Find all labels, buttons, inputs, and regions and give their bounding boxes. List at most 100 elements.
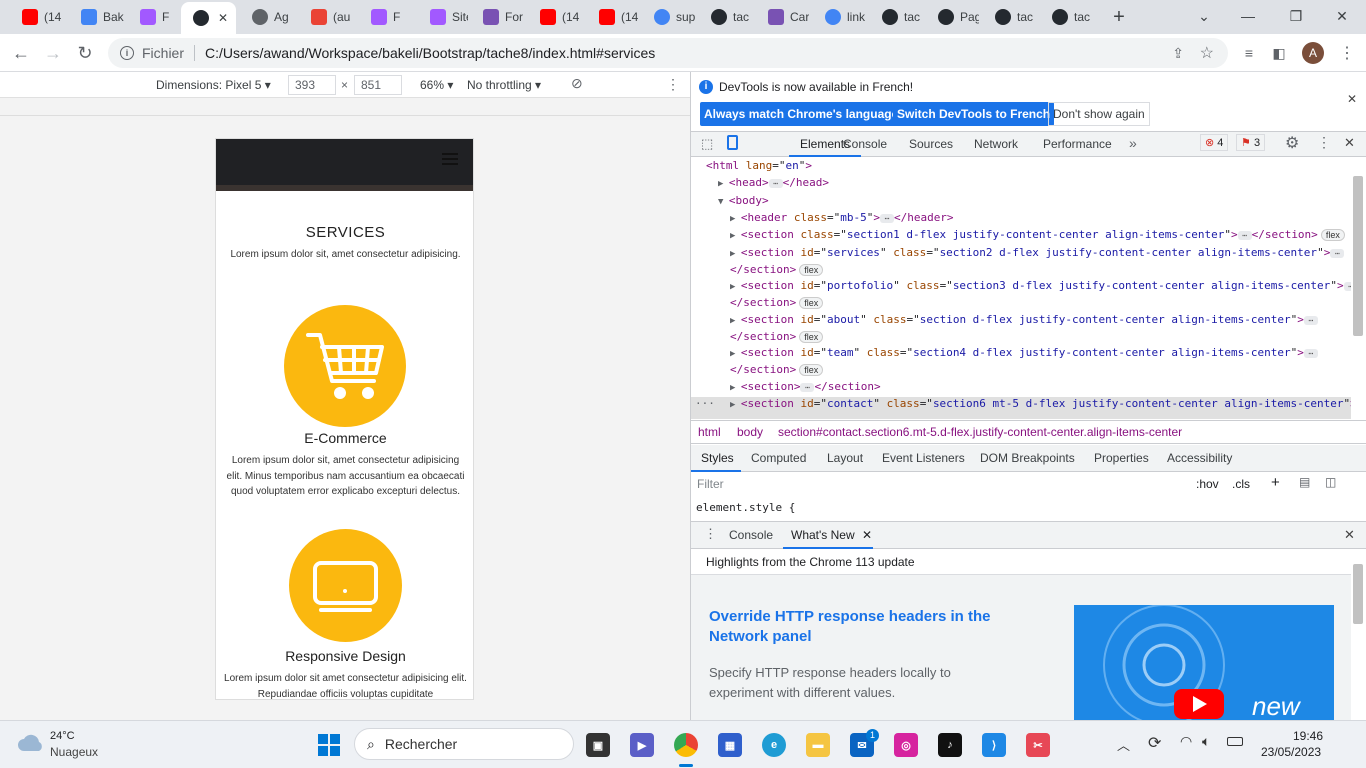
drawer-tab-console[interactable]: Console: [729, 528, 773, 542]
expand-arrow-icon[interactable]: ▶: [730, 249, 741, 259]
more-tabs-icon[interactable]: »: [1129, 135, 1137, 151]
bookmark-star-icon[interactable]: ☆: [1200, 43, 1214, 63]
dom-node[interactable]: ▶ <header class="mb-5"> ⋯ </header>: [691, 211, 1351, 224]
expand-arrow-icon[interactable]: ▶: [730, 231, 741, 241]
flex-badge[interactable]: flex: [799, 264, 824, 276]
flex-badge[interactable]: flex: [799, 297, 824, 309]
dom-node-close[interactable]: </section> flex: [730, 330, 824, 343]
more-options-icon[interactable]: ⋮: [666, 76, 680, 93]
ellipsis-icon[interactable]: ⋯: [1303, 315, 1318, 325]
tab-dom-breakpoints[interactable]: DOM Breakpoints: [980, 451, 1075, 465]
dom-node[interactable]: ▶ <section> ⋯ </section>: [691, 380, 1351, 393]
styles-filter-input[interactable]: Filter: [697, 477, 1187, 491]
scrollbar[interactable]: [1353, 176, 1363, 336]
browser-tab[interactable]: For: [471, 4, 524, 30]
dom-node[interactable]: ▶ <section id="portofolio" class="sectio…: [691, 279, 1351, 292]
inspect-icon[interactable]: ⬚: [701, 136, 713, 152]
expand-arrow-icon[interactable]: ▶: [718, 179, 729, 189]
browser-tab[interactable]: sup: [642, 4, 695, 30]
paint-icon[interactable]: ▤: [1299, 475, 1310, 489]
close-tab-icon[interactable]: ✕: [862, 528, 872, 542]
volume-icon[interactable]: 🔈︎: [1202, 733, 1210, 750]
clock-time[interactable]: 19:46: [1293, 729, 1323, 743]
warning-counter[interactable]: ⚑ 3: [1236, 134, 1266, 151]
tab-network[interactable]: Network: [974, 137, 1018, 151]
share-icon[interactable]: ⇪: [1172, 45, 1184, 62]
expand-arrow-icon[interactable]: ▶: [730, 383, 741, 393]
dom-node[interactable]: ▶ <section id="about" class="section d-f…: [691, 313, 1351, 326]
close-window-button[interactable]: ✕: [1320, 0, 1364, 32]
dom-node-close[interactable]: </section> flex: [730, 363, 824, 376]
cls-button[interactable]: .cls: [1232, 477, 1250, 491]
more-options-icon[interactable]: ⋮: [1317, 134, 1331, 151]
tab-accessibility[interactable]: Accessibility: [1167, 451, 1232, 465]
browser-tab[interactable]: tac: [1040, 4, 1092, 30]
minimize-button[interactable]: —: [1226, 0, 1270, 32]
expand-arrow-icon[interactable]: ▶: [730, 316, 741, 326]
match-language-button[interactable]: Always match Chrome's language: [700, 102, 903, 126]
forward-icon[interactable]: →: [40, 40, 66, 66]
close-infobar-icon[interactable]: ✕: [1347, 92, 1357, 106]
maximize-button[interactable]: ❐: [1274, 0, 1318, 32]
hov-button[interactable]: :hov: [1196, 477, 1219, 491]
tab-console[interactable]: Console: [843, 137, 887, 151]
ellipsis-icon[interactable]: ⋯: [800, 382, 815, 392]
chrome-icon[interactable]: [674, 733, 698, 757]
dom-node[interactable]: ▶ <section class="section1 d-flex justif…: [691, 228, 1351, 241]
browser-tab[interactable]: Pag: [926, 4, 979, 30]
sync-icon[interactable]: ⟳: [1148, 733, 1161, 753]
chevron-up-icon[interactable]: ︿: [1117, 735, 1130, 754]
news-video-thumbnail[interactable]: new: [1074, 605, 1334, 720]
teams-icon[interactable]: ▶: [630, 733, 654, 757]
dimensions-select[interactable]: Dimensions: Pixel 5 ▾: [156, 78, 271, 92]
ellipsis-icon[interactable]: ⋯: [879, 213, 894, 223]
browser-tab[interactable]: (au: [299, 4, 354, 30]
task-view-icon[interactable]: ▣: [586, 733, 610, 757]
browser-tab[interactable]: tac: [983, 4, 1036, 30]
close-drawer-icon[interactable]: ✕: [1344, 527, 1355, 543]
browser-tab[interactable]: tac: [870, 4, 922, 30]
error-counter[interactable]: ⊗ 4: [1200, 134, 1229, 151]
ellipsis-icon[interactable]: ⋯: [768, 178, 783, 188]
news-title-link[interactable]: Override HTTP response headers in the Ne…: [709, 607, 1029, 647]
switch-french-button[interactable]: Switch DevTools to French: [893, 102, 1055, 126]
new-tab-button[interactable]: +: [1108, 6, 1130, 28]
expand-arrow-icon[interactable]: ▶: [730, 282, 741, 292]
tab-search-icon[interactable]: ⌄: [1182, 0, 1226, 32]
dom-node[interactable]: ▼ <body>: [691, 194, 1351, 207]
browser-tab[interactable]: link: [813, 4, 866, 30]
tab-styles[interactable]: Styles: [701, 451, 734, 465]
browser-tab[interactable]: Car: [756, 4, 809, 30]
close-tab-icon[interactable]: ✕: [218, 11, 228, 25]
expand-arrow-icon[interactable]: ▼: [718, 197, 729, 207]
tab-sources[interactable]: Sources: [909, 137, 953, 151]
drawer-scrollbar[interactable]: [1353, 564, 1363, 624]
dom-node-close[interactable]: </section> flex: [730, 263, 824, 276]
dom-node[interactable]: <html lang="en">: [691, 159, 1351, 172]
profile-avatar[interactable]: A: [1302, 42, 1324, 64]
dom-node[interactable]: ▶ <section id="services" class="section2…: [691, 246, 1351, 259]
dom-node[interactable]: ▶ <section id="team" class="section4 d-f…: [691, 346, 1351, 359]
info-icon[interactable]: i: [120, 46, 134, 60]
throttling-select[interactable]: No throttling ▾: [467, 78, 541, 92]
tab-layout[interactable]: Layout: [827, 451, 863, 465]
browser-tab[interactable]: Site: [418, 4, 468, 30]
clock-date[interactable]: 23/05/2023: [1261, 745, 1321, 759]
expand-arrow-icon[interactable]: ▶: [730, 349, 741, 359]
ellipsis-icon[interactable]: ⋯: [1343, 281, 1351, 291]
dom-node-close[interactable]: </section> flex: [730, 296, 824, 309]
browser-tab[interactable]: F: [128, 4, 178, 30]
instagram-icon[interactable]: ◎: [894, 733, 918, 757]
width-input[interactable]: 393: [288, 75, 336, 95]
zoom-select[interactable]: 66% ▾: [420, 78, 453, 92]
wifi-icon[interactable]: ◠: [1180, 733, 1192, 750]
flex-badge[interactable]: flex: [799, 364, 824, 376]
ellipsis-icon[interactable]: ⋯: [1303, 348, 1318, 358]
menu-icon[interactable]: ⋮: [1334, 40, 1360, 66]
sidebar-toggle-icon[interactable]: ◫: [1325, 475, 1336, 489]
tab-computed[interactable]: Computed: [751, 451, 806, 465]
start-button[interactable]: [318, 734, 340, 756]
edge-icon[interactable]: e: [762, 733, 786, 757]
device-toggle-icon[interactable]: [727, 135, 738, 150]
rotate-icon[interactable]: ⊘: [571, 75, 583, 92]
